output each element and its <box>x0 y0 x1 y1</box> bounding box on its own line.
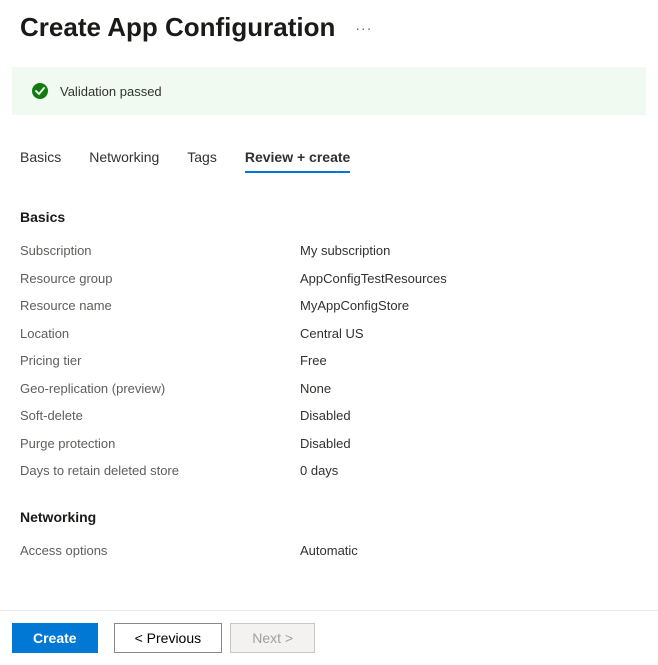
key-location: Location <box>20 324 300 344</box>
row-resource-group: Resource group AppConfigTestResources <box>20 269 638 289</box>
val-soft-delete: Disabled <box>300 406 351 426</box>
key-geo-replication: Geo-replication (preview) <box>20 379 300 399</box>
val-access-options: Automatic <box>300 541 358 561</box>
val-subscription: My subscription <box>300 241 390 261</box>
success-check-icon <box>32 83 48 99</box>
val-pricing-tier: Free <box>300 351 327 371</box>
header: Create App Configuration ··· <box>0 0 658 67</box>
section-networking: Networking Access options Automatic <box>0 509 658 561</box>
tab-review-create[interactable]: Review + create <box>245 143 350 173</box>
val-retain-days: 0 days <box>300 461 338 481</box>
val-geo-replication: None <box>300 379 331 399</box>
more-icon[interactable]: ··· <box>355 20 372 36</box>
validation-banner: Validation passed <box>12 67 646 115</box>
section-basics: Basics Subscription My subscription Reso… <box>0 209 658 481</box>
key-resource-group: Resource group <box>20 269 300 289</box>
val-resource-group: AppConfigTestResources <box>300 269 447 289</box>
key-purge-protection: Purge protection <box>20 434 300 454</box>
row-retain-days: Days to retain deleted store 0 days <box>20 461 638 481</box>
footer: Create < Previous Next > <box>0 610 658 665</box>
key-soft-delete: Soft-delete <box>20 406 300 426</box>
val-resource-name: MyAppConfigStore <box>300 296 409 316</box>
row-location: Location Central US <box>20 324 638 344</box>
validation-message: Validation passed <box>60 84 162 99</box>
row-subscription: Subscription My subscription <box>20 241 638 261</box>
tab-tags[interactable]: Tags <box>187 143 217 173</box>
section-title-networking: Networking <box>20 509 638 525</box>
row-resource-name: Resource name MyAppConfigStore <box>20 296 638 316</box>
row-purge-protection: Purge protection Disabled <box>20 434 638 454</box>
key-resource-name: Resource name <box>20 296 300 316</box>
val-location: Central US <box>300 324 364 344</box>
page-title: Create App Configuration <box>20 12 335 43</box>
key-pricing-tier: Pricing tier <box>20 351 300 371</box>
tabs: Basics Networking Tags Review + create <box>0 143 658 173</box>
row-geo-replication: Geo-replication (preview) None <box>20 379 638 399</box>
previous-button[interactable]: < Previous <box>114 623 223 653</box>
key-retain-days: Days to retain deleted store <box>20 461 300 481</box>
row-pricing-tier: Pricing tier Free <box>20 351 638 371</box>
row-soft-delete: Soft-delete Disabled <box>20 406 638 426</box>
create-button[interactable]: Create <box>12 623 98 653</box>
tab-basics[interactable]: Basics <box>20 143 61 173</box>
tab-networking[interactable]: Networking <box>89 143 159 173</box>
row-access-options: Access options Automatic <box>20 541 638 561</box>
val-purge-protection: Disabled <box>300 434 351 454</box>
key-access-options: Access options <box>20 541 300 561</box>
next-button: Next > <box>230 623 315 653</box>
key-subscription: Subscription <box>20 241 300 261</box>
section-title-basics: Basics <box>20 209 638 225</box>
